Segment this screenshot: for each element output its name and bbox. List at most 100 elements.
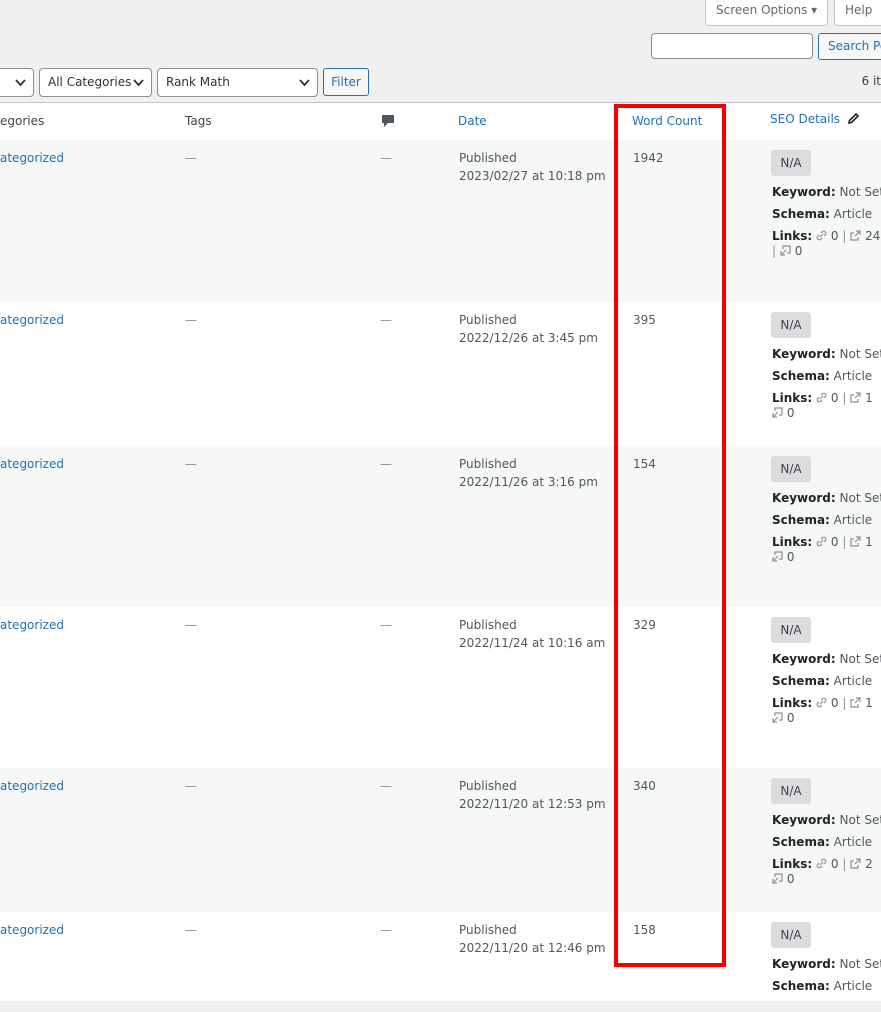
external-links-count: 1 <box>865 696 873 710</box>
keyword-label: Keyword: <box>772 347 836 361</box>
help-button[interactable]: Help <box>834 0 881 26</box>
seo-filter-select[interactable]: Rank Math <box>157 68 318 97</box>
comments-value: — <box>380 311 392 329</box>
dates-select[interactable] <box>0 68 34 97</box>
post-status: Published <box>459 616 517 634</box>
separator: | <box>842 391 846 405</box>
links-label: Links: <box>772 857 812 871</box>
incoming-links-count: 0 <box>795 244 803 258</box>
comment-bubble-icon[interactable] <box>381 114 395 131</box>
category-link[interactable]: ategorized <box>0 777 64 795</box>
incoming-link-icon <box>772 711 783 725</box>
category-link[interactable]: ategorized <box>0 921 64 939</box>
table-row: ategorized——Published2022/11/20 at 12:46… <box>0 912 881 1012</box>
keyword-value: Not Set <box>840 813 881 827</box>
external-links-count: 2 <box>865 857 873 871</box>
seo-incoming-links: 0 <box>772 405 794 421</box>
keyword-label: Keyword: <box>772 491 836 505</box>
table-row: ategorized——Published2022/12/26 at 3:45 … <box>0 302 881 446</box>
tags-value: — <box>185 616 197 634</box>
seo-score-badge: N/A <box>771 617 811 643</box>
links-label: Links: <box>772 696 812 710</box>
schema-value: Article <box>834 979 873 993</box>
schema-label: Schema: <box>772 835 830 849</box>
external-links-count: 1 <box>865 391 873 405</box>
separator: | <box>842 696 846 710</box>
category-link[interactable]: ategorized <box>0 311 64 329</box>
column-date[interactable]: Date <box>458 114 487 128</box>
categories-select[interactable]: All Categories <box>39 68 152 97</box>
categories-select-value: All Categories <box>48 75 131 89</box>
separator: | <box>842 535 846 549</box>
seo-schema: Schema: Article <box>772 203 872 225</box>
external-links-count: 24 <box>865 229 880 243</box>
seo-schema: Schema: Article <box>772 365 872 387</box>
table-row: ategorized——Published2022/11/24 at 10:16… <box>0 607 881 768</box>
post-date: 2022/11/26 at 3:16 pm <box>459 473 598 491</box>
internal-links-count: 0 <box>831 391 839 405</box>
post-status: Published <box>459 921 517 939</box>
chevron-down-icon <box>299 69 310 106</box>
category-link[interactable]: ategorized <box>0 149 64 167</box>
column-tags: Tags <box>185 114 212 128</box>
internal-links-count: 0 <box>831 229 839 243</box>
schema-value: Article <box>834 674 873 688</box>
incoming-link-icon <box>772 872 783 886</box>
internal-link-icon <box>816 696 827 710</box>
chevron-down-icon <box>133 69 144 106</box>
keyword-value: Not Set <box>840 652 881 666</box>
column-seo-details[interactable]: SEO Details <box>770 112 860 126</box>
items-count: 6 it <box>862 74 881 88</box>
post-date: 2022/12/26 at 3:45 pm <box>459 329 598 347</box>
category-link[interactable]: ategorized <box>0 616 64 634</box>
schema-label: Schema: <box>772 369 830 383</box>
seo-score-badge: N/A <box>771 456 811 482</box>
keyword-value: Not Set <box>840 957 881 971</box>
post-date: 2022/11/20 at 12:53 pm <box>459 795 606 813</box>
seo-incoming-links: 0 <box>772 710 794 726</box>
incoming-links-count: 0 <box>787 872 795 886</box>
word-count-value: 329 <box>633 616 656 634</box>
separator: | <box>842 857 846 871</box>
links-label: Links: <box>772 391 812 405</box>
word-count-value: 395 <box>633 311 656 329</box>
internal-link-icon <box>816 391 827 405</box>
word-count-value: 1942 <box>633 149 664 167</box>
seo-filter-select-value: Rank Math <box>166 75 230 89</box>
pencil-icon[interactable] <box>844 112 860 126</box>
filter-button[interactable]: Filter <box>323 68 369 96</box>
keyword-label: Keyword: <box>772 652 836 666</box>
search-input[interactable] <box>651 33 813 59</box>
incoming-link-icon <box>772 550 783 564</box>
comments-value: — <box>380 455 392 473</box>
post-date: 2023/02/27 at 10:18 pm <box>459 167 606 185</box>
seo-keyword: Keyword: Not Set <box>772 953 881 975</box>
schema-value: Article <box>834 369 873 383</box>
keyword-value: Not Set <box>840 185 881 199</box>
seo-score-badge: N/A <box>771 922 811 948</box>
tags-value: — <box>185 149 197 167</box>
keyword-value: Not Set <box>840 491 881 505</box>
seo-schema: Schema: Article <box>772 509 872 531</box>
external-link-icon <box>850 391 861 405</box>
comments-value: — <box>380 921 392 939</box>
schema-value: Article <box>834 207 873 221</box>
schema-label: Schema: <box>772 979 830 993</box>
category-link[interactable]: ategorized <box>0 455 64 473</box>
column-word-count[interactable]: Word Count <box>632 114 702 128</box>
table-header: egories Tags Date Word Count SEO Details <box>0 103 881 141</box>
seo-score-badge: N/A <box>771 778 811 804</box>
keyword-label: Keyword: <box>772 813 836 827</box>
post-date: 2022/11/20 at 12:46 pm <box>459 939 606 957</box>
seo-keyword: Keyword: Not Set <box>772 487 881 509</box>
table-row: ategorized——Published2022/11/26 at 3:16 … <box>0 446 881 607</box>
seo-incoming-links: | 0 <box>772 243 802 259</box>
links-label: Links: <box>772 535 812 549</box>
screen-options-button[interactable]: Screen Options ▾ <box>705 0 828 26</box>
internal-links-count: 0 <box>831 535 839 549</box>
external-link-icon <box>850 857 861 871</box>
post-status: Published <box>459 455 517 473</box>
post-date: 2022/11/24 at 10:16 am <box>459 634 605 652</box>
seo-incoming-links: 0 <box>772 549 794 565</box>
search-posts-button[interactable]: Search Pos <box>818 33 881 60</box>
